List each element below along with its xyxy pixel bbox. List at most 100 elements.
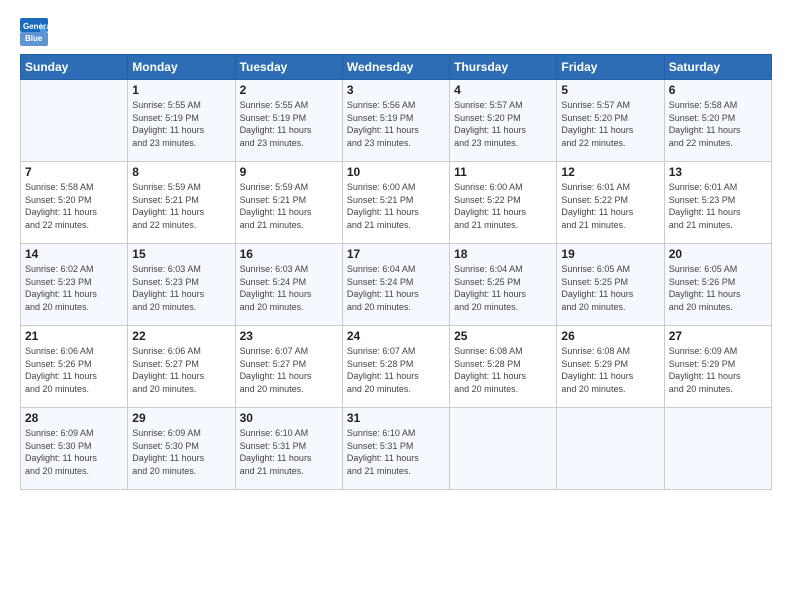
- day-header-wednesday: Wednesday: [342, 55, 449, 80]
- day-info: Sunrise: 5:59 AM Sunset: 5:21 PM Dayligh…: [240, 181, 338, 231]
- day-info: Sunrise: 5:57 AM Sunset: 5:20 PM Dayligh…: [561, 99, 659, 149]
- day-info: Sunrise: 6:09 AM Sunset: 5:29 PM Dayligh…: [669, 345, 767, 395]
- day-info: Sunrise: 6:10 AM Sunset: 5:31 PM Dayligh…: [240, 427, 338, 477]
- calendar-cell: 5Sunrise: 5:57 AM Sunset: 5:20 PM Daylig…: [557, 80, 664, 162]
- calendar-cell: 19 Sunrise: 6:05 AM Sunset: 5:25 PM Dayli…: [557, 244, 664, 326]
- day-number: 6: [669, 83, 767, 97]
- week-row-4: 21 Sunrise: 6:06 AM Sunset: 5:26 PM Dayli…: [21, 326, 772, 408]
- page: General Blue SundayMondayTuesdayWednesda…: [0, 0, 792, 612]
- day-info: Sunrise: 5:58 AM Sunset: 5:20 PM Dayligh…: [669, 99, 767, 149]
- day-number: 31: [347, 411, 445, 425]
- day-info: Sunrise: 6:02 AM Sunset: 5:23 PM Dayligh…: [25, 263, 123, 313]
- calendar-cell: 22Sunrise: 6:06 AM Sunset: 5:27 PM Dayli…: [128, 326, 235, 408]
- day-number: 1: [132, 83, 230, 97]
- calendar-cell: 10 Sunrise: 6:00 AM Sunset: 5:21 PM Dayli…: [342, 162, 449, 244]
- day-number: 21: [25, 329, 123, 343]
- calendar-cell: 26 Sunrise: 6:08 AM Sunset: 5:29 PM Dayli…: [557, 326, 664, 408]
- calendar-cell: [21, 80, 128, 162]
- calendar-cell: [557, 408, 664, 490]
- week-row-1: 1 Sunrise: 5:55 AM Sunset: 5:19 PM Daylig…: [21, 80, 772, 162]
- day-number: 10: [347, 165, 445, 179]
- calendar-cell: 3Sunrise: 5:56 AM Sunset: 5:19 PM Daylig…: [342, 80, 449, 162]
- calendar-cell: 9 Sunrise: 5:59 AM Sunset: 5:21 PM Daylig…: [235, 162, 342, 244]
- day-info: Sunrise: 6:07 AM Sunset: 5:28 PM Dayligh…: [347, 345, 445, 395]
- day-number: 30: [240, 411, 338, 425]
- day-number: 22: [132, 329, 230, 343]
- day-info: Sunrise: 6:01 AM Sunset: 5:22 PM Dayligh…: [561, 181, 659, 231]
- day-number: 12: [561, 165, 659, 179]
- day-info: Sunrise: 6:00 AM Sunset: 5:22 PM Dayligh…: [454, 181, 552, 231]
- day-number: 8: [132, 165, 230, 179]
- header-row: SundayMondayTuesdayWednesdayThursdayFrid…: [21, 55, 772, 80]
- day-info: Sunrise: 5:55 AM Sunset: 5:19 PM Dayligh…: [240, 99, 338, 149]
- day-number: 28: [25, 411, 123, 425]
- day-number: 17: [347, 247, 445, 261]
- day-number: 2: [240, 83, 338, 97]
- day-header-monday: Monday: [128, 55, 235, 80]
- calendar-cell: [664, 408, 771, 490]
- day-info: Sunrise: 6:05 AM Sunset: 5:25 PM Dayligh…: [561, 263, 659, 313]
- day-number: 4: [454, 83, 552, 97]
- calendar-cell: 29 Sunrise: 6:09 AM Sunset: 5:30 PM Dayli…: [128, 408, 235, 490]
- day-number: 11: [454, 165, 552, 179]
- calendar-cell: 21 Sunrise: 6:06 AM Sunset: 5:26 PM Dayli…: [21, 326, 128, 408]
- day-number: 26: [561, 329, 659, 343]
- day-info: Sunrise: 6:03 AM Sunset: 5:24 PM Dayligh…: [240, 263, 338, 313]
- day-header-friday: Friday: [557, 55, 664, 80]
- calendar-table: SundayMondayTuesdayWednesdayThursdayFrid…: [20, 54, 772, 490]
- day-number: 19: [561, 247, 659, 261]
- day-number: 14: [25, 247, 123, 261]
- calendar-cell: 2 Sunrise: 5:55 AM Sunset: 5:19 PM Daylig…: [235, 80, 342, 162]
- day-number: 27: [669, 329, 767, 343]
- week-row-3: 14 Sunrise: 6:02 AM Sunset: 5:23 PM Dayli…: [21, 244, 772, 326]
- day-info: Sunrise: 6:06 AM Sunset: 5:26 PM Dayligh…: [25, 345, 123, 395]
- day-info: Sunrise: 6:09 AM Sunset: 5:30 PM Dayligh…: [25, 427, 123, 477]
- day-info: Sunrise: 6:09 AM Sunset: 5:30 PM Dayligh…: [132, 427, 230, 477]
- day-info: Sunrise: 6:03 AM Sunset: 5:23 PM Dayligh…: [132, 263, 230, 313]
- calendar-cell: 25 Sunrise: 6:08 AM Sunset: 5:28 PM Dayli…: [450, 326, 557, 408]
- day-info: Sunrise: 6:04 AM Sunset: 5:24 PM Dayligh…: [347, 263, 445, 313]
- svg-text:General: General: [23, 22, 48, 31]
- day-info: Sunrise: 6:01 AM Sunset: 5:23 PM Dayligh…: [669, 181, 767, 231]
- logo: General Blue: [20, 18, 52, 46]
- day-number: 25: [454, 329, 552, 343]
- day-number: 7: [25, 165, 123, 179]
- day-number: 23: [240, 329, 338, 343]
- calendar-cell: 15 Sunrise: 6:03 AM Sunset: 5:23 PM Dayli…: [128, 244, 235, 326]
- day-header-sunday: Sunday: [21, 55, 128, 80]
- calendar-cell: 30 Sunrise: 6:10 AM Sunset: 5:31 PM Dayli…: [235, 408, 342, 490]
- day-info: Sunrise: 6:05 AM Sunset: 5:26 PM Dayligh…: [669, 263, 767, 313]
- calendar-cell: 20 Sunrise: 6:05 AM Sunset: 5:26 PM Dayli…: [664, 244, 771, 326]
- calendar-cell: 31 Sunrise: 6:10 AM Sunset: 5:31 PM Dayli…: [342, 408, 449, 490]
- week-row-5: 28 Sunrise: 6:09 AM Sunset: 5:30 PM Dayli…: [21, 408, 772, 490]
- calendar-cell: 27 Sunrise: 6:09 AM Sunset: 5:29 PM Dayli…: [664, 326, 771, 408]
- calendar-cell: 12 Sunrise: 6:01 AM Sunset: 5:22 PM Dayli…: [557, 162, 664, 244]
- logo-icon: General Blue: [20, 18, 48, 46]
- day-number: 18: [454, 247, 552, 261]
- calendar-cell: 6 Sunrise: 5:58 AM Sunset: 5:20 PM Daylig…: [664, 80, 771, 162]
- calendar-cell: 14 Sunrise: 6:02 AM Sunset: 5:23 PM Dayli…: [21, 244, 128, 326]
- day-number: 24: [347, 329, 445, 343]
- day-info: Sunrise: 6:00 AM Sunset: 5:21 PM Dayligh…: [347, 181, 445, 231]
- day-info: Sunrise: 5:57 AM Sunset: 5:20 PM Dayligh…: [454, 99, 552, 149]
- calendar-cell: 4 Sunrise: 5:57 AM Sunset: 5:20 PM Daylig…: [450, 80, 557, 162]
- header: General Blue: [20, 18, 772, 46]
- day-info: Sunrise: 6:08 AM Sunset: 5:29 PM Dayligh…: [561, 345, 659, 395]
- day-number: 29: [132, 411, 230, 425]
- day-info: Sunrise: 6:04 AM Sunset: 5:25 PM Dayligh…: [454, 263, 552, 313]
- day-number: 15: [132, 247, 230, 261]
- day-number: 9: [240, 165, 338, 179]
- day-info: Sunrise: 6:08 AM Sunset: 5:28 PM Dayligh…: [454, 345, 552, 395]
- calendar-cell: 1Sunrise: 5:55 AM Sunset: 5:19 PM Daylig…: [128, 80, 235, 162]
- day-info: Sunrise: 5:59 AM Sunset: 5:21 PM Dayligh…: [132, 181, 230, 231]
- day-number: 3: [347, 83, 445, 97]
- day-info: Sunrise: 6:10 AM Sunset: 5:31 PM Dayligh…: [347, 427, 445, 477]
- week-row-2: 7Sunrise: 5:58 AM Sunset: 5:20 PM Daylig…: [21, 162, 772, 244]
- calendar-cell: 17 Sunrise: 6:04 AM Sunset: 5:24 PM Dayli…: [342, 244, 449, 326]
- day-header-tuesday: Tuesday: [235, 55, 342, 80]
- day-number: 20: [669, 247, 767, 261]
- calendar-cell: 23Sunrise: 6:07 AM Sunset: 5:27 PM Dayli…: [235, 326, 342, 408]
- calendar-cell: 18 Sunrise: 6:04 AM Sunset: 5:25 PM Dayli…: [450, 244, 557, 326]
- calendar-cell: [450, 408, 557, 490]
- day-header-saturday: Saturday: [664, 55, 771, 80]
